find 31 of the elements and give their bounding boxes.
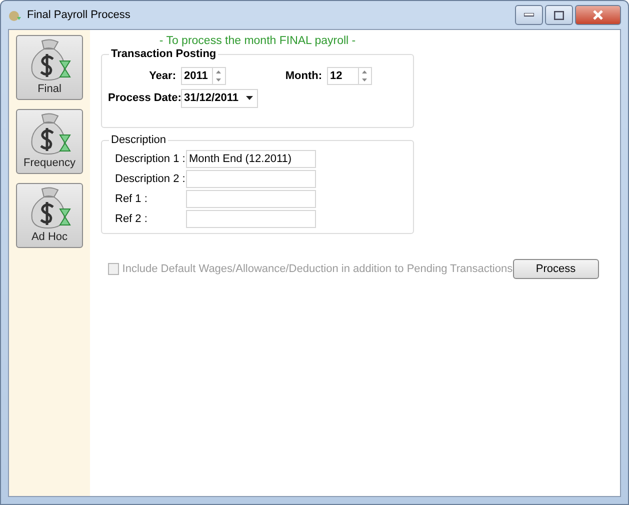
caret-icon: [246, 96, 253, 100]
year-label: Year:: [148, 70, 177, 82]
checkbox-label: Include Default Wages/Allowance/Deduction in addition to Pending Transactions: [122, 263, 513, 275]
year-spinner[interactable]: 2011: [181, 67, 226, 85]
sidebar-button[interactable]: Ad Hoc: [16, 183, 83, 248]
text-field[interactable]: [186, 210, 316, 228]
heading: - To process the month FINAL payroll -: [158, 35, 357, 49]
field-label: Ref 1 :: [114, 193, 148, 205]
window-title: Final Payroll Process: [27, 9, 130, 21]
minimize-icon: [524, 13, 534, 17]
sidebar-button[interactable]: Frequency: [16, 109, 83, 174]
process-button[interactable]: Process: [512, 259, 599, 279]
field-label: Description 2 :: [114, 173, 186, 185]
close-button[interactable]: [575, 5, 621, 25]
process-date-label: Process Date:: [107, 92, 181, 104]
close-icon: [592, 10, 604, 20]
maximize-button[interactable]: [545, 5, 573, 25]
field-label: Ref 2 :: [114, 213, 148, 225]
text-field[interactable]: Month End (12.2011): [186, 150, 316, 168]
month-label: Month:: [284, 70, 323, 82]
minimize-button[interactable]: [515, 5, 543, 25]
text-field[interactable]: [186, 170, 316, 188]
group-title: Description: [109, 134, 168, 146]
maximize-icon: [554, 10, 564, 20]
app-icon: [8, 8, 22, 22]
sidebar-button[interactable]: Final: [16, 35, 83, 100]
group-title: Transaction Posting: [109, 48, 218, 60]
field-label: Description 1 :: [114, 153, 186, 165]
month-spinner[interactable]: 12: [327, 67, 372, 85]
text-field[interactable]: [186, 190, 316, 208]
process-date-dropdown[interactable]: 31/12/2011: [181, 88, 258, 108]
